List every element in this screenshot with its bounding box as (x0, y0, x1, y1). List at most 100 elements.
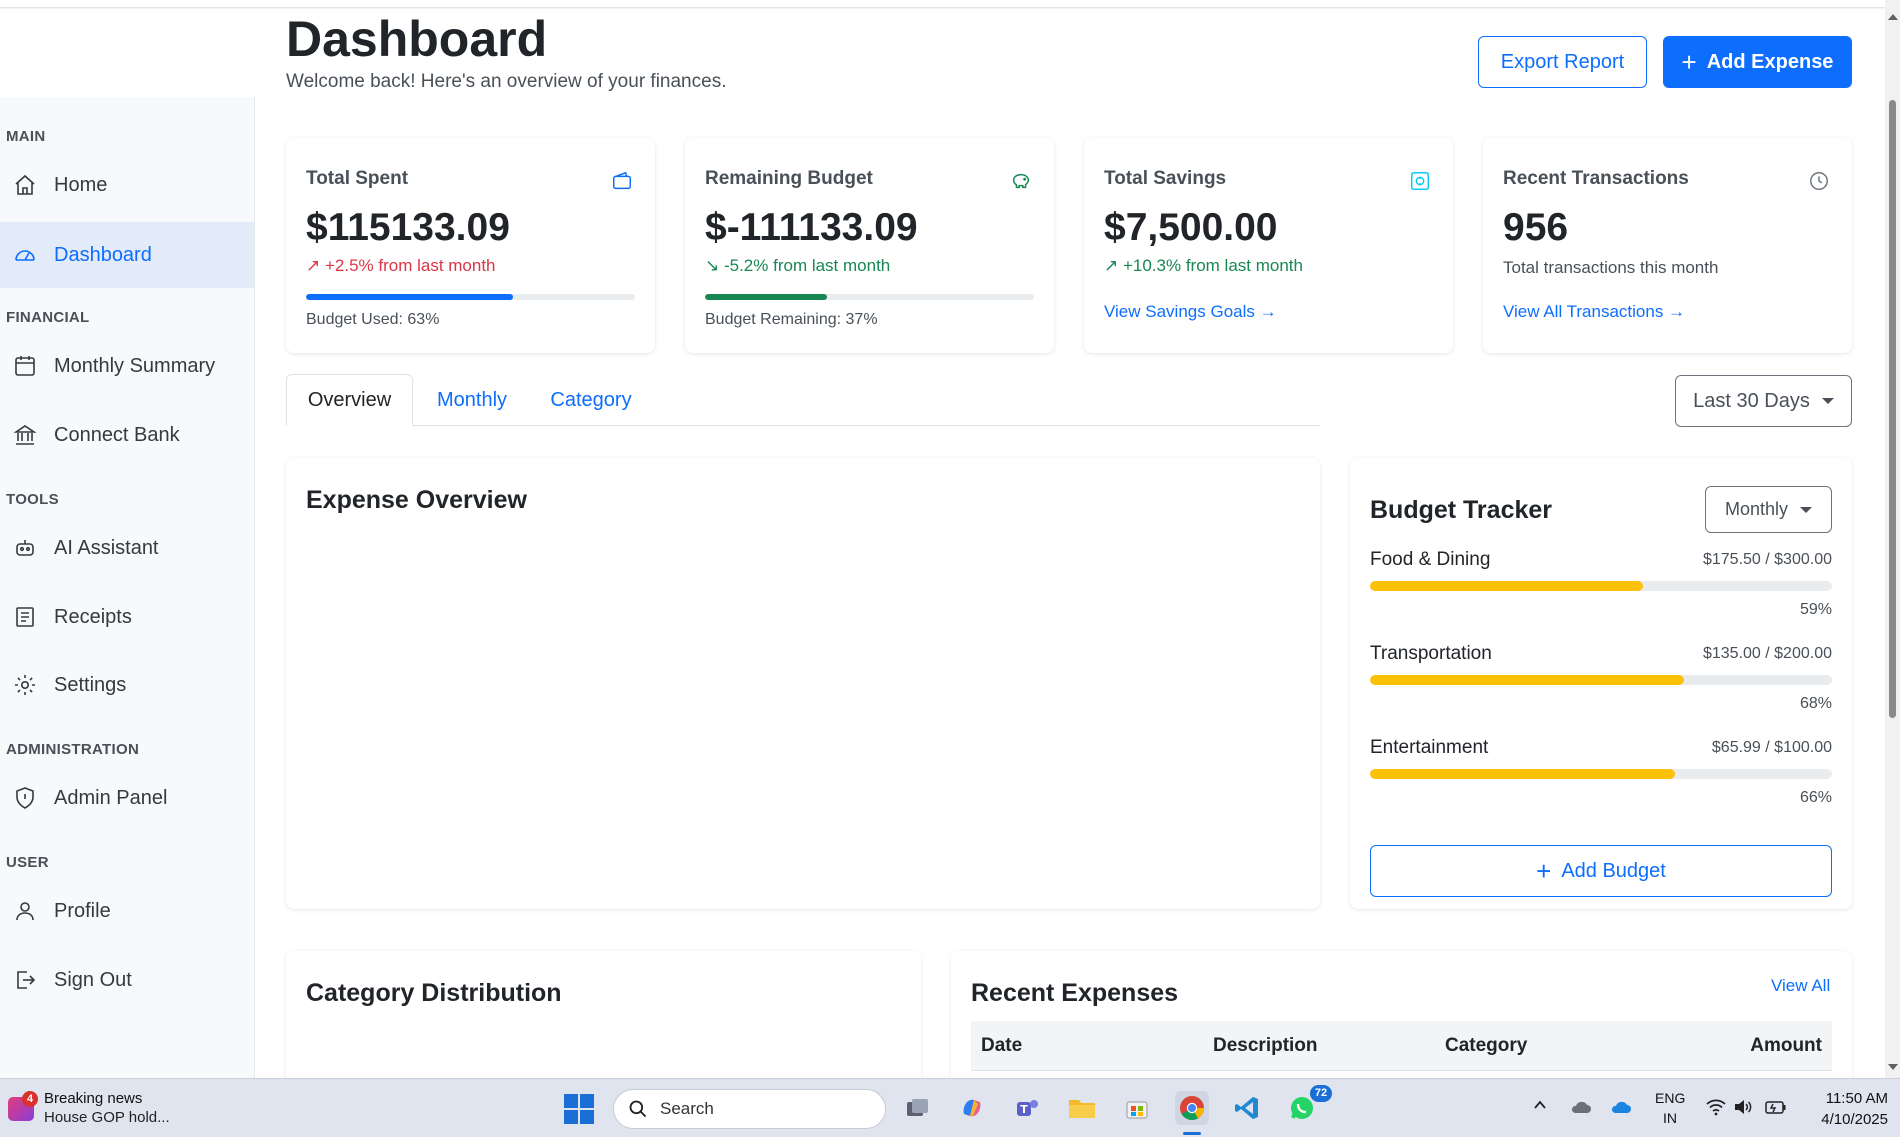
vscode-icon[interactable] (1230, 1091, 1264, 1125)
column-header-description[interactable]: Description (1213, 1035, 1318, 1057)
column-header-amount[interactable]: Amount (1750, 1035, 1822, 1057)
wallet-icon (611, 170, 635, 194)
system-clock[interactable]: 11:50 AM 4/10/2025 (1806, 1088, 1888, 1130)
add-expense-label: Add Expense (1706, 50, 1834, 73)
wifi-icon[interactable] (1706, 1098, 1726, 1119)
sidebar-section-financial: FINANCIAL (6, 309, 90, 326)
microsoft-store-icon[interactable] (1120, 1091, 1154, 1125)
budget-item-name: Transportation (1370, 643, 1492, 664)
sidebar-item-label: AI Assistant (54, 536, 159, 559)
page-title: Dashboard (286, 11, 548, 67)
sidebar-item-label: Dashboard (54, 243, 152, 266)
sidebar-section-tools: TOOLS (6, 491, 59, 508)
language-indicator[interactable]: ENG IN (1655, 1088, 1685, 1128)
budget-used-bar (306, 294, 635, 300)
sidebar-item-label: Sign Out (54, 968, 132, 991)
sidebar-item-settings[interactable]: Settings (0, 652, 254, 718)
clock-time: 11:50 AM (1825, 1090, 1888, 1107)
card-note: Budget Remaining: 37% (705, 311, 878, 328)
card-label: Total Spent (306, 168, 409, 189)
sidebar-item-label: Admin Panel (54, 786, 168, 809)
column-header-date[interactable]: Date (981, 1035, 1022, 1057)
home-icon (12, 172, 38, 198)
expense-overview-card: Expense Overview (286, 458, 1320, 909)
sign-out-icon (12, 967, 38, 993)
card-change: ↗ +2.5% from last month (306, 256, 496, 275)
sidebar-item-home[interactable]: Home (0, 152, 254, 218)
category-distribution-card: Category Distribution (286, 951, 921, 1078)
budget-period-dropdown[interactable]: Monthly (1705, 486, 1832, 533)
budget-tracker-title: Budget Tracker (1370, 496, 1553, 524)
card-value: $-111133.09 (705, 206, 918, 249)
svg-text:T: T (1020, 1103, 1028, 1116)
view-all-transactions-link[interactable]: View All Transactions → (1503, 302, 1685, 322)
news-widget[interactable]: 4 Breaking news House GOP hold... (8, 1087, 178, 1131)
sidebar-item-receipts[interactable]: Receipts (0, 584, 254, 650)
caret-down-icon (1821, 398, 1834, 404)
add-budget-button[interactable]: + Add Budget (1370, 845, 1832, 897)
add-expense-button[interactable]: + Add Expense (1663, 36, 1852, 88)
view-all-expenses-link[interactable]: View All (1771, 976, 1830, 996)
dashboard-tabs: Overview Monthly Category (286, 374, 1320, 426)
date-range-value: Last 30 Days (1693, 389, 1810, 412)
card-change: ↗ +10.3% from last month (1104, 256, 1303, 275)
cloud-icon[interactable] (1570, 1099, 1592, 1118)
budget-item-name: Food & Dining (1370, 549, 1491, 570)
sidebar-section-user: USER (6, 854, 49, 871)
gear-icon (12, 672, 38, 698)
sidebar-item-admin-panel[interactable]: Admin Panel (0, 765, 254, 831)
card-label: Total Savings (1104, 168, 1227, 189)
budget-item-percent: 68% (1799, 695, 1832, 712)
sidebar-item-connect-bank[interactable]: Connect Bank (0, 402, 254, 468)
tab-overview[interactable]: Overview (286, 374, 413, 426)
recent-transactions-card: Recent Transactions 956 Total transactio… (1483, 138, 1852, 353)
person-icon (12, 898, 38, 924)
app-window: Dashboard Welcome back! Here's an overvi… (0, 9, 1885, 1078)
sidebar-item-sign-out[interactable]: Sign Out (0, 947, 254, 1013)
battery-icon[interactable] (1765, 1098, 1787, 1119)
task-view-icon[interactable] (900, 1091, 934, 1125)
page-scrollbar[interactable] (1885, 0, 1900, 1078)
volume-icon[interactable] (1733, 1098, 1753, 1119)
sidebar-item-profile[interactable]: Profile (0, 878, 254, 944)
tab-monthly[interactable]: Monthly (413, 374, 531, 426)
date-range-dropdown[interactable]: Last 30 Days (1675, 375, 1852, 427)
scroll-thumb[interactable] (1889, 100, 1896, 718)
column-header-category[interactable]: Category (1445, 1035, 1527, 1057)
expenses-table-header: Date Description Category Amount (971, 1021, 1832, 1071)
news-text: House GOP hold... (44, 1109, 170, 1126)
sidebar-item-dashboard[interactable]: Dashboard (0, 222, 254, 288)
shield-icon (12, 785, 38, 811)
budget-item-bar (1370, 581, 1832, 591)
windows-start-icon[interactable] (564, 1094, 594, 1124)
file-explorer-icon[interactable] (1065, 1091, 1099, 1125)
sidebar-item-ai-assistant[interactable]: AI Assistant (0, 515, 254, 581)
region-code: IN (1663, 1110, 1677, 1126)
sidebar-item-label: Settings (54, 673, 127, 696)
sidebar-item-label: Receipts (54, 605, 132, 628)
clock-icon (1808, 170, 1832, 194)
view-savings-goals-link[interactable]: View Savings Goals → (1104, 302, 1277, 322)
tab-category[interactable]: Category (531, 374, 651, 426)
card-value: 956 (1503, 206, 1569, 249)
export-report-button[interactable]: Export Report (1478, 36, 1647, 88)
card-change: ↘ -5.2% from last month (705, 256, 891, 275)
budget-remaining-bar (705, 294, 1034, 300)
scroll-up-arrow-icon[interactable] (1888, 14, 1898, 20)
onedrive-icon[interactable] (1610, 1099, 1632, 1118)
caret-down-icon (1800, 506, 1813, 513)
budget-item-amount: $65.99 / $100.00 (1711, 739, 1832, 756)
budget-item-percent: 59% (1799, 601, 1832, 618)
taskbar-search[interactable]: Search (613, 1089, 886, 1129)
calendar-icon (12, 353, 38, 379)
recent-expenses-title: Recent Expenses (971, 979, 1179, 1007)
copilot-icon[interactable] (955, 1091, 989, 1125)
windows-taskbar: 4 Breaking news House GOP hold... Search… (0, 1078, 1900, 1137)
piggy-bank-icon (1010, 170, 1034, 194)
news-title: Breaking news (44, 1090, 143, 1107)
sidebar-item-monthly-summary[interactable]: Monthly Summary (0, 333, 254, 399)
show-hidden-icons-chevron-icon[interactable] (1533, 1098, 1547, 1115)
chrome-icon[interactable] (1175, 1091, 1209, 1135)
scroll-down-arrow-icon[interactable] (1888, 1064, 1898, 1070)
teams-icon[interactable]: T (1010, 1091, 1044, 1125)
